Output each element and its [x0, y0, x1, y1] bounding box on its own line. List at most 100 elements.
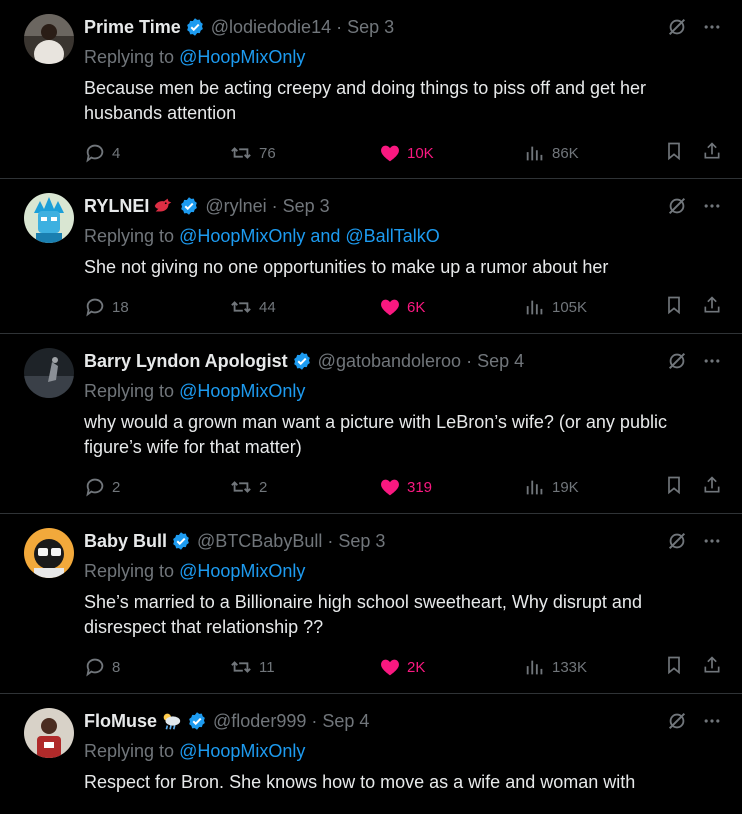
reply-button[interactable]: 4 — [84, 142, 120, 164]
replying-to: Replying to @HoopMixOnly — [84, 558, 722, 584]
like-count: 2K — [407, 658, 426, 676]
user-handle[interactable]: @rylnei — [205, 196, 266, 217]
bookmark-icon[interactable] — [664, 140, 684, 166]
replying-to-link[interactable]: @HoopMixOnly and @BallTalkO — [179, 226, 440, 246]
rain-cloud-icon — [159, 710, 183, 732]
view-count: 86K — [552, 144, 579, 162]
user-handle[interactable]: @gatobandoleroo — [318, 351, 461, 372]
reply-icon — [86, 144, 104, 163]
view-count: 105K — [552, 298, 588, 316]
views-button[interactable]: 19K — [524, 476, 579, 498]
reply-button[interactable]: 18 — [84, 296, 129, 318]
retweet-button[interactable]: 76 — [229, 142, 276, 164]
reply-feed: Prime Time @lodiedodie14 · Sep 3 Replyin… — [0, 0, 742, 814]
tweet[interactable]: RYLNEI @rylnei · Sep 3 Replying to @Hoop… — [0, 179, 742, 334]
display-name[interactable]: Barry Lyndon Apologist — [84, 351, 288, 372]
like-button[interactable]: 2K — [379, 656, 425, 678]
reply-count: 4 — [112, 144, 121, 162]
views-button[interactable]: 86K — [524, 142, 579, 164]
separator: · — [336, 16, 343, 37]
verified-badge-icon — [171, 531, 191, 551]
tweet[interactable]: Prime Time @lodiedodie14 · Sep 3 Replyin… — [0, 0, 742, 179]
avatar[interactable] — [24, 708, 74, 758]
like-button[interactable]: 10K — [379, 142, 434, 164]
views-button[interactable]: 133K — [524, 656, 587, 678]
share-icon[interactable] — [702, 474, 722, 500]
retweet-icon — [231, 661, 251, 673]
red-bird-icon — [151, 195, 175, 217]
user-handle[interactable]: @lodiedodie14 — [211, 17, 331, 38]
tweet-date[interactable]: Sep 3 — [338, 531, 385, 552]
more-options-icon[interactable] — [702, 17, 722, 37]
replying-to-label: Replying to — [84, 381, 180, 401]
tweet[interactable]: Barry Lyndon Apologist @gatobandoleroo ·… — [0, 334, 742, 514]
heart-icon — [381, 299, 399, 316]
tweet[interactable]: FloMuse @floder999 · Sep 4 Replying to @… — [0, 694, 742, 814]
grok-icon[interactable] — [666, 16, 688, 38]
reply-button[interactable]: 2 — [84, 476, 120, 498]
views-icon — [526, 300, 543, 315]
display-name[interactable]: Baby Bull — [84, 531, 167, 552]
share-icon[interactable] — [702, 140, 722, 166]
retweet-count: 44 — [259, 298, 276, 316]
share-icon[interactable] — [702, 654, 722, 680]
views-button[interactable]: 105K — [524, 296, 587, 318]
more-options-icon[interactable] — [702, 196, 722, 216]
replying-to-link[interactable]: @HoopMixOnly — [179, 47, 305, 67]
grok-icon[interactable] — [666, 530, 688, 552]
bookmark-icon[interactable] — [664, 294, 684, 320]
tweet-date[interactable]: Sep 3 — [347, 17, 394, 38]
display-name[interactable]: FloMuse — [84, 711, 157, 732]
views-icon — [526, 660, 543, 675]
avatar[interactable] — [24, 348, 74, 398]
verified-badge-icon — [185, 17, 205, 37]
like-button[interactable]: 319 — [379, 476, 432, 498]
heart-icon — [381, 479, 399, 496]
grok-icon[interactable] — [666, 350, 688, 372]
tweet-date[interactable]: Sep 4 — [322, 711, 369, 732]
display-name[interactable]: Prime Time — [84, 17, 181, 38]
like-button[interactable]: 6K — [379, 296, 425, 318]
views-icon — [526, 480, 543, 495]
verified-badge-icon — [292, 351, 312, 371]
separator: · — [311, 710, 318, 731]
view-count: 19K — [552, 478, 579, 496]
separator: · — [327, 530, 334, 551]
reply-icon — [86, 478, 104, 497]
grok-icon[interactable] — [666, 710, 688, 732]
share-icon[interactable] — [702, 294, 722, 320]
bookmark-icon[interactable] — [664, 474, 684, 500]
user-handle[interactable]: @BTCBabyBull — [197, 531, 322, 552]
more-options-icon[interactable] — [702, 531, 722, 551]
replying-to: Replying to @HoopMixOnly — [84, 378, 722, 404]
replying-to: Replying to @HoopMixOnly — [84, 44, 722, 70]
replying-to-link[interactable]: @HoopMixOnly — [179, 561, 305, 581]
replying-to-label: Replying to — [84, 561, 180, 581]
tweet-text: Because men be acting creepy and doing t… — [84, 78, 647, 123]
bookmark-icon[interactable] — [664, 654, 684, 680]
avatar[interactable] — [24, 14, 74, 64]
reply-button[interactable]: 8 — [84, 656, 120, 678]
tweet-date[interactable]: Sep 4 — [477, 351, 524, 372]
more-options-icon[interactable] — [702, 351, 722, 371]
display-name[interactable]: RYLNEI — [84, 196, 149, 217]
user-handle[interactable]: @floder999 — [213, 711, 306, 732]
tweet[interactable]: Baby Bull @BTCBabyBull · Sep 3 Replying … — [0, 514, 742, 694]
replying-to-link[interactable]: @HoopMixOnly — [179, 741, 305, 761]
like-count: 319 — [407, 478, 433, 496]
avatar[interactable] — [24, 193, 74, 243]
replying-to-link[interactable]: @HoopMixOnly — [179, 381, 305, 401]
grok-icon[interactable] — [666, 195, 688, 217]
retweet-button[interactable]: 44 — [229, 296, 276, 318]
tweet-date[interactable]: Sep 3 — [283, 196, 330, 217]
tweet-text: Respect for Bron. She knows how to move … — [84, 772, 636, 792]
avatar[interactable] — [24, 528, 74, 578]
retweet-button[interactable]: 11 — [229, 656, 275, 678]
retweet-button[interactable]: 2 — [229, 476, 267, 498]
reply-icon — [86, 298, 104, 317]
more-options-icon[interactable] — [702, 711, 722, 731]
retweet-count: 2 — [259, 478, 268, 496]
tweet-text: why would a grown man want a picture wit… — [84, 412, 667, 457]
tweet-text: She not giving no one opportunities to m… — [84, 257, 609, 277]
reply-icon — [86, 658, 104, 677]
